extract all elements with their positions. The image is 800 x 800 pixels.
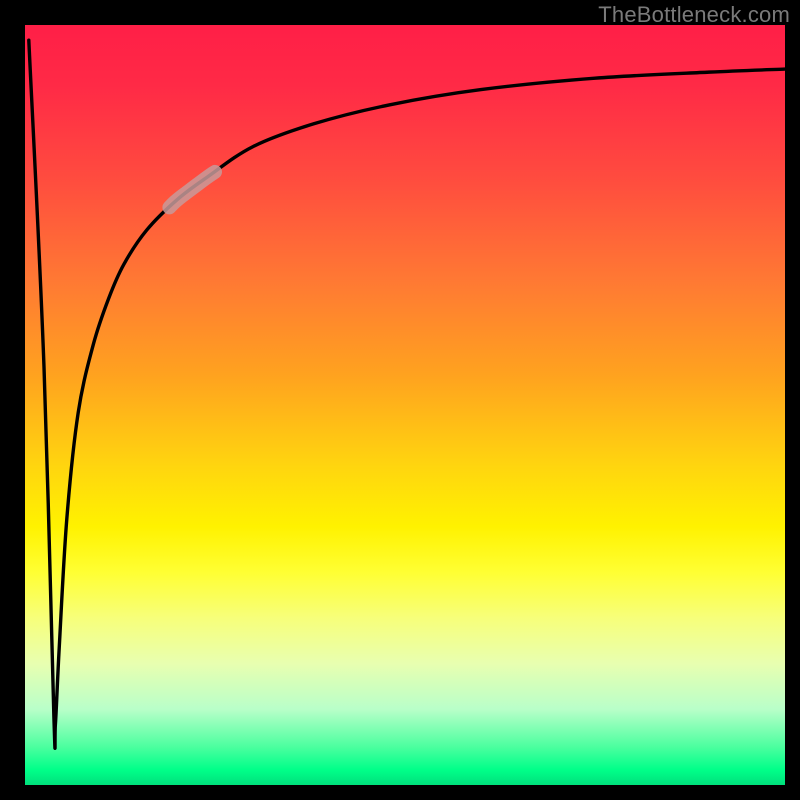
plot-area	[25, 25, 785, 785]
chart-root: TheBottleneck.com	[0, 0, 800, 800]
curve-svg	[25, 25, 785, 785]
bottleneck-curve-path	[29, 40, 785, 748]
curve-highlight-segment	[169, 172, 215, 207]
